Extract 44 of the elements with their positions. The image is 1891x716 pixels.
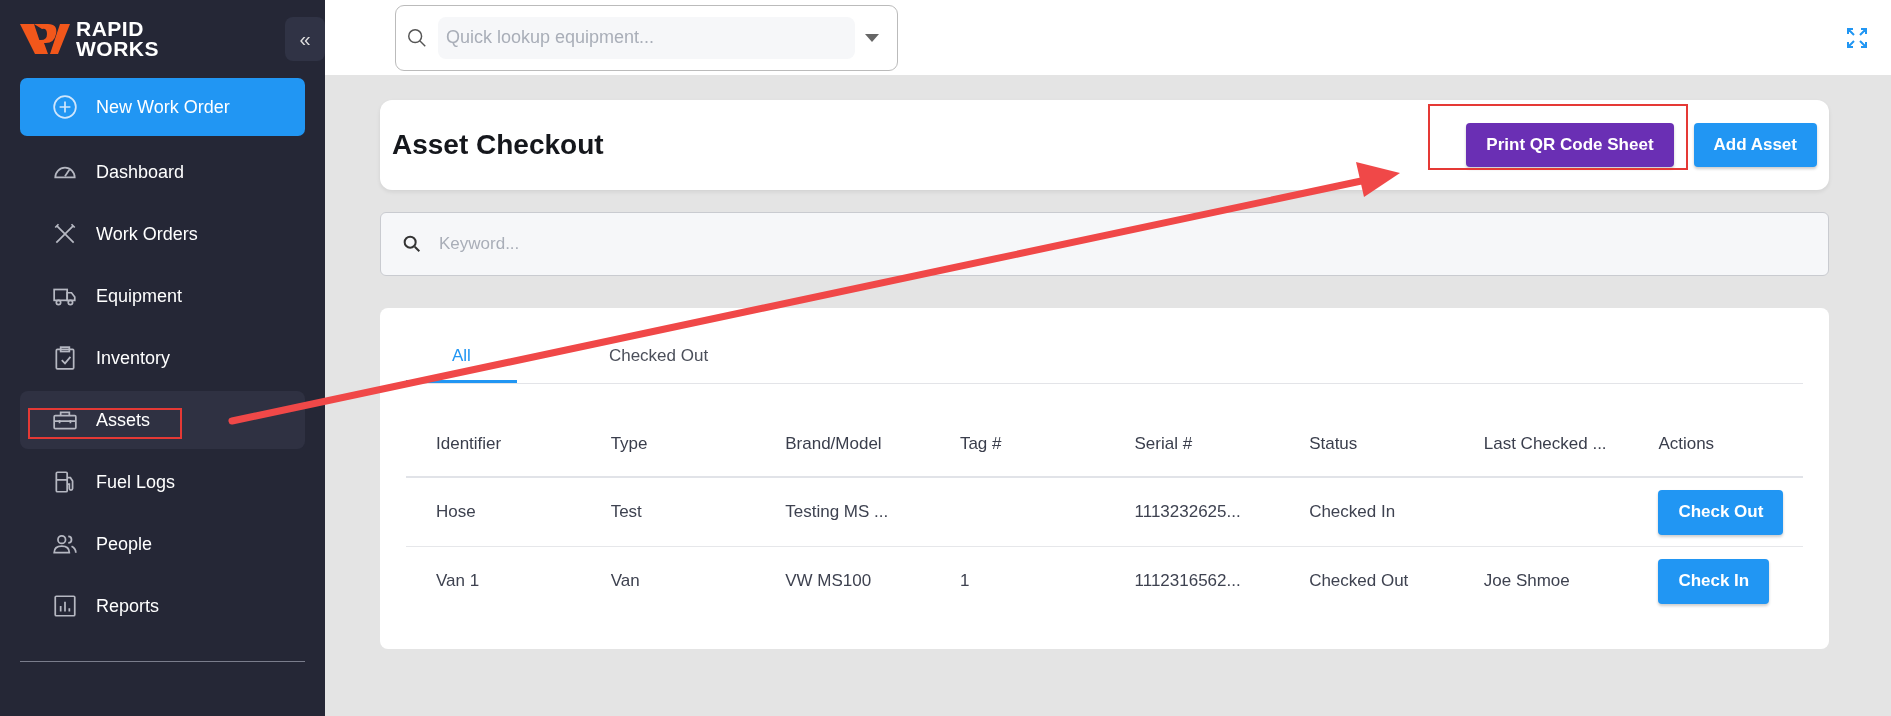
- sidebar-item[interactable]: People: [20, 515, 305, 573]
- brand-name: RAPID WORKS: [76, 19, 159, 59]
- sidebar-item[interactable]: Equipment: [20, 267, 305, 325]
- column-header: Status: [1279, 412, 1454, 477]
- table-cell: Testing MS ...: [785, 502, 889, 521]
- table-cell: 1113232625...: [1134, 502, 1241, 521]
- column-header: Serial #: [1104, 412, 1280, 477]
- clipboard-icon: [52, 345, 78, 371]
- plus-circle-icon: [52, 94, 78, 120]
- keyword-search-field[interactable]: Keyword...: [437, 233, 1828, 255]
- table-cell: Test: [610, 502, 642, 521]
- chart-icon: [52, 593, 78, 619]
- sidebar-item[interactable]: Reports: [20, 577, 305, 635]
- table-cell: Joe Shmoe: [1483, 571, 1570, 590]
- table-cell: 1: [959, 571, 970, 590]
- equipment-lookup-field[interactable]: Quick lookup equipment...: [438, 16, 855, 59]
- table-cell: Van 1: [436, 571, 480, 590]
- table-cell: 1112316562...: [1134, 571, 1241, 590]
- table-cell: VW MS100: [785, 571, 872, 590]
- table-cell: Checked In: [1309, 502, 1396, 521]
- column-header: Last Checked ...: [1453, 412, 1629, 477]
- collapse-button[interactable]: «: [285, 17, 325, 61]
- logo-icon: [20, 22, 70, 56]
- sidebar-item[interactable]: Dashboard: [20, 143, 305, 201]
- search-icon: [401, 233, 423, 255]
- table-cell: Van: [610, 571, 640, 590]
- sidebar-item[interactable]: Assets: [20, 391, 305, 449]
- table-cell: Checked Out: [1309, 571, 1409, 590]
- column-header: Tag #: [929, 412, 1105, 477]
- sidebar-item[interactable]: Inventory: [20, 329, 305, 387]
- fullscreen-icon[interactable]: [1845, 26, 1869, 50]
- caret-icon: [865, 33, 879, 42]
- page-title: Asset Checkout: [392, 129, 605, 161]
- sidebar-item[interactable]: Fuel Logs: [20, 453, 305, 511]
- print-qr-button[interactable]: Print QR Code Sheet: [1466, 123, 1674, 167]
- search-icon: [406, 26, 428, 49]
- filter-tab[interactable]: Checked Out: [562, 344, 755, 383]
- column-header: Brand/Model: [755, 412, 930, 477]
- search-box[interactable]: Keyword...: [380, 212, 1829, 276]
- table-cell: Hose: [436, 502, 476, 521]
- column-header: Actions: [1628, 412, 1803, 477]
- column-header: Type: [580, 412, 756, 477]
- sidebar-item[interactable]: Work Orders: [20, 205, 305, 263]
- column-header: Identifier: [406, 412, 581, 477]
